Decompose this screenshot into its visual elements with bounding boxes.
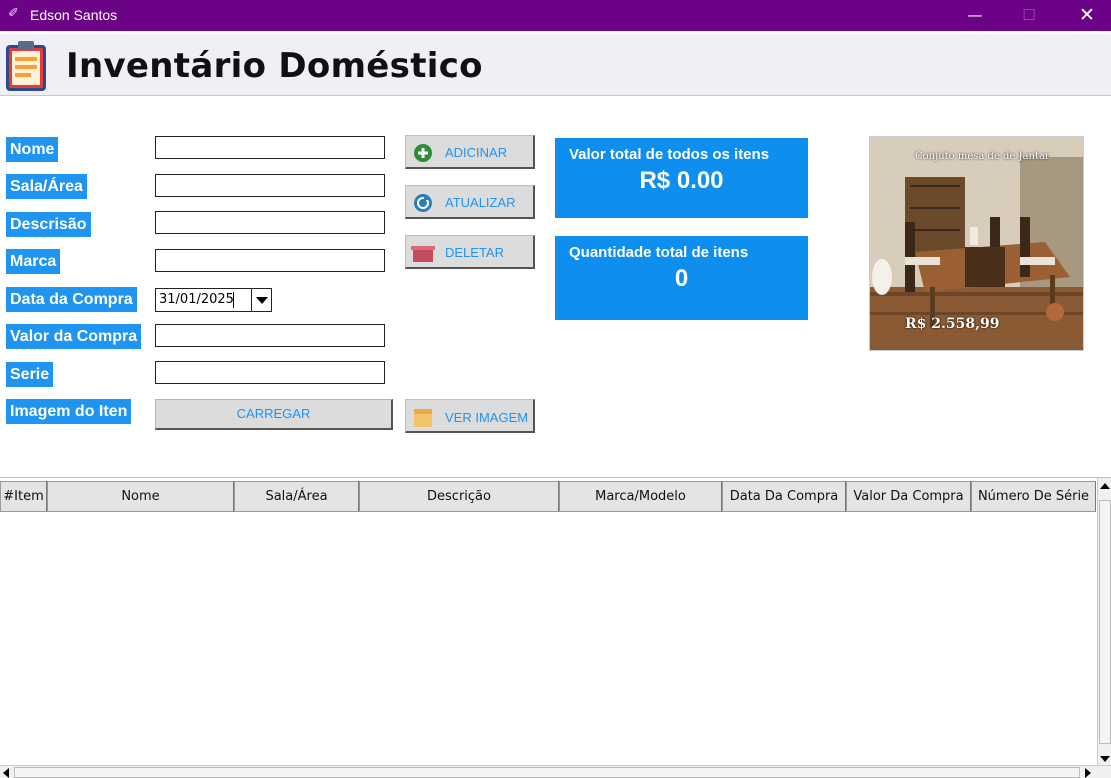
form-area: Nome Sala/Área Descrisão Marca Data da C… [0,97,1111,477]
scroll-up-icon[interactable] [1100,483,1110,489]
label-marca: Marca [6,249,61,274]
chevron-down-icon [256,297,268,304]
label-sala-area: Sala/Área [6,174,87,199]
total-qty: 0 [674,265,689,292]
trash-icon [411,246,435,262]
col-data-compra[interactable]: Data Da Compra [722,481,846,512]
vertical-scroll-thumb[interactable] [1099,500,1111,744]
descricao-input[interactable] [155,211,385,234]
table-header: #Item Nome Sala/Área Descrição Marca/Mod… [0,481,1096,512]
horizontal-scrollbar[interactable] [0,765,1111,778]
window-title: Edson Santos [30,7,118,23]
page-title: Inventário Doméstico [66,46,483,86]
col-nome[interactable]: Nome [47,481,234,512]
col-descricao[interactable]: Descrição [359,481,559,512]
label-imagem: Imagem do Iten [6,399,132,424]
app-header: Inventário Doméstico [0,34,1111,96]
promo-price: R$ 2.558,99 [905,316,1000,332]
total-value-panel: Valor total de todos os itens R$ 0.00 [555,138,808,218]
total-qty-label: Quantidade total de itens [569,244,749,261]
col-numero-serie[interactable]: Número De Série [971,481,1096,512]
date-picker[interactable]: 31/01/2025 [155,288,272,312]
window-titlebar: ✐ Edson Santos — ☐ ✕ [0,0,1111,31]
total-value: R$ 0.00 [639,167,724,194]
image-box-icon [414,409,432,427]
clipboard-icon [6,41,46,91]
sala-area-input[interactable] [155,174,385,197]
upload-image-button[interactable]: CARREGAR [155,399,393,430]
update-button[interactable]: ATUALIZAR [405,185,535,219]
add-button-label: ADICINAR [445,145,508,160]
nome-input[interactable] [155,136,385,159]
label-valor-compra: Valor da Compra [6,324,142,349]
minimize-button[interactable]: — [952,0,998,31]
label-data-compra: Data da Compra [6,287,137,312]
col-marca-modelo[interactable]: Marca/Modelo [559,481,722,512]
inventory-table: #Item Nome Sala/Área Descrição Marca/Mod… [0,477,1111,778]
vertical-scrollbar[interactable] [1097,478,1111,766]
view-image-button-label: VER IMAGEM [445,410,529,425]
scroll-down-icon[interactable] [1100,756,1110,762]
date-value: 31/01/2025 [159,292,234,307]
delete-button-label: DELETAR [445,245,504,260]
valor-compra-input[interactable] [155,324,385,347]
label-nome: Nome [6,137,59,162]
label-descricao: Descrisão [6,212,91,237]
col-sala-area[interactable]: Sala/Área [234,481,359,512]
text-cursor [233,292,234,308]
label-serie: Serie [6,362,54,387]
total-value-label: Valor total de todos os itens [569,146,770,163]
total-qty-panel: Quantidade total de itens 0 [555,236,808,320]
refresh-icon [414,194,432,212]
marca-input[interactable] [155,249,385,272]
update-button-label: ATUALIZAR [445,195,516,210]
serie-input[interactable] [155,361,385,384]
plus-icon [414,144,432,162]
feather-icon: ✐ [8,6,19,21]
promo-title: Conjuto mesa de de Jantar [915,151,1050,162]
col-item[interactable]: #Item [0,481,47,512]
add-button[interactable]: ADICINAR [405,135,535,169]
horizontal-scroll-thumb[interactable] [14,767,1080,778]
delete-button[interactable]: DELETAR [405,235,535,269]
close-button[interactable]: ✕ [1064,0,1110,31]
col-valor-compra[interactable]: Valor Da Compra [846,481,971,512]
maximize-button[interactable]: ☐ [1006,0,1052,31]
view-image-button[interactable]: VER IMAGEM [405,399,535,433]
product-image: Conjuto mesa de de Jantar R$ 2.558,99 [869,136,1084,351]
calendar-dropdown-button[interactable] [251,289,271,311]
